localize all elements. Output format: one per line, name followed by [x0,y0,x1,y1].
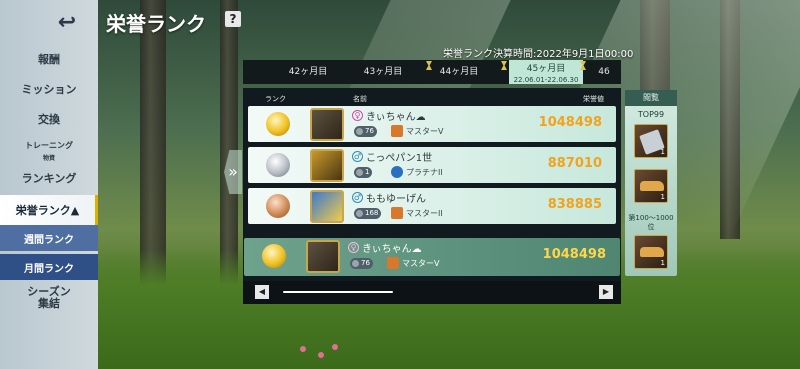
page-title: 栄誉ランク [106,12,206,36]
sidebar: ↩ 報酬 ミッション 交換 トレーニング 物資 ランキング 栄誉ランク▲ 週間ラ… [0,0,98,369]
table-row[interactable]: ♂ こっぺパン1世 1 プラチナII 887010 [248,147,616,183]
sidebar-item-rewards[interactable]: 報酬 [0,54,98,66]
silver-medal-icon [266,153,290,177]
player-level: 168 [354,208,382,219]
hourglass-icon [501,61,507,70]
platinum-tier-icon [391,166,403,178]
tab-label: 44ヶ月目 [439,67,479,77]
bronze-medal-icon [266,194,290,218]
player-name: きぃちゃん☁ [362,244,422,255]
tab-month-45[interactable]: 45ヶ月目 22.06.01-22.06.30 [509,60,583,84]
reward-tier-range: 第100～1000位 [628,214,674,231]
table-row[interactable]: ♂ ももゆーげん 168 マスターII 838885 [248,188,616,224]
sidebar-item-missions[interactable]: ミッション [0,84,98,96]
master-tier-icon [391,207,403,219]
sidebar-item-label: 報酬 [38,53,60,66]
sidebar-item-label: ランキング [21,172,77,185]
rewards-panel: TOP99 1 1 第100～1000位 1 [625,90,677,276]
avatar[interactable] [310,108,344,141]
tab-label: 46 [598,67,610,77]
my-rank-row[interactable]: ♀ きぃちゃん☁ 76 マスターV 1048498 [244,238,620,276]
avatar[interactable] [310,190,344,223]
player-score: 838885 [547,197,602,212]
male-icon: ♂ [352,192,363,203]
female-icon: ♀ [348,242,359,253]
player-tier: マスターV [406,127,444,136]
reward-item[interactable]: 1 [634,235,668,269]
player-level: 76 [354,126,377,137]
horizontal-scrollbar[interactable]: ◀ ▶ [243,281,621,304]
tab-label: 45ヶ月目 [526,64,566,74]
player-tier: プラチナII [406,168,443,177]
sidebar-sub-monthly-rank[interactable]: 月間ランク [0,254,98,280]
flower [318,352,324,358]
player-level: 1 [354,167,373,178]
month-tabs: 月 42ヶ月目 43ヶ月目 44ヶ月目 45ヶ月目 22.06.01-22.06… [243,60,621,84]
scroll-right-button[interactable]: ▶ [599,285,613,299]
column-header-rank: ランク [265,95,286,103]
flower [300,346,306,352]
avatar[interactable] [306,240,340,273]
master-tier-icon [387,257,399,269]
car-icon [640,181,664,191]
sidebar-item-label: トレーニング [25,141,73,150]
car-icon [640,247,664,257]
help-button[interactable]: ? [225,11,241,27]
scroll-thumb[interactable] [283,291,393,293]
sidebar-item-honor-rank[interactable]: 栄誉ランク▲ [0,195,98,227]
reward-qty: 1 [660,193,665,201]
sidebar-item-label: 月間ランク [24,263,74,275]
player-score: 1048498 [538,115,602,130]
player-name: ももゆーげん [366,194,426,205]
tab-month-46[interactable]: 46 [584,60,621,84]
sidebar-sub-weekly-rank[interactable]: 週間ランク [0,225,98,251]
sidebar-item-ranking[interactable]: ランキング [0,173,98,185]
sidebar-item-label: ミッション [21,83,77,96]
sidebar-item-season[interactable]: シーズン 集結 [0,286,98,310]
tab-label: 43ヶ月目 [363,67,403,77]
reward-item[interactable]: 1 [634,169,668,203]
sidebar-item-sublabel: 物資 [42,155,55,162]
master-tier-icon [391,125,403,137]
tab-month-41[interactable]: 月 [243,60,271,84]
reward-tier-top: TOP99 [637,110,665,119]
sidebar-item-label: 週間ランク [24,234,74,246]
player-level: 76 [350,258,373,269]
tab-month-43[interactable]: 43ヶ月目 [346,60,420,84]
female-icon: ♀ [352,110,363,121]
avatar[interactable] [310,149,344,182]
gold-medal-icon [262,244,286,268]
male-icon: ♂ [352,151,363,162]
player-score: 1048498 [542,247,606,262]
flower [332,344,338,350]
reward-qty: 1 [660,259,665,267]
player-tier: マスターII [406,209,443,218]
player-name: こっぺパン1世 [366,153,433,164]
reward-item[interactable]: 1 [634,124,668,158]
player-name: きぃちゃん☁ [366,112,426,123]
tree-trunk [220,0,238,289]
scroll-left-button[interactable]: ◀ [255,285,269,299]
sidebar-item-training[interactable]: トレーニング 物資 [0,140,98,165]
tab-month-42[interactable]: 42ヶ月目 [271,60,345,84]
player-tier: マスターV [402,259,440,268]
gold-medal-icon [266,112,290,136]
sidebar-item-sublabel: 集結 [38,297,60,310]
settlement-time: 栄誉ランク決算時間:2022年9月1日00:00 [443,49,634,60]
tab-label: 42ヶ月目 [288,67,328,77]
sidebar-item-label: 栄誉ランク▲ [15,204,80,217]
sidebar-item-label: 交換 [38,113,60,126]
table-row[interactable]: ♀ きぃちゃん☁ 76 マスターV 1048498 [248,106,616,142]
tab-month-44[interactable]: 44ヶ月目 [422,60,496,84]
tab-date-range: 22.06.01-22.06.30 [513,76,579,84]
sidebar-item-exchange[interactable]: 交換 [0,114,98,126]
reward-qty: 1 [660,148,665,156]
column-header-name: 名前 [353,95,367,103]
player-score: 887010 [547,156,602,171]
back-arrow-icon[interactable]: ↩ [52,10,82,35]
column-header-score: 栄誉値 [583,95,604,103]
rewards-view-button[interactable]: 閲覧 [625,90,677,106]
ranking-panel: ランク 名前 栄誉値 ♀ きぃちゃん☁ 76 マスターV 1048498 ♂ こ… [243,88,621,304]
tree-trunk [140,0,166,289]
